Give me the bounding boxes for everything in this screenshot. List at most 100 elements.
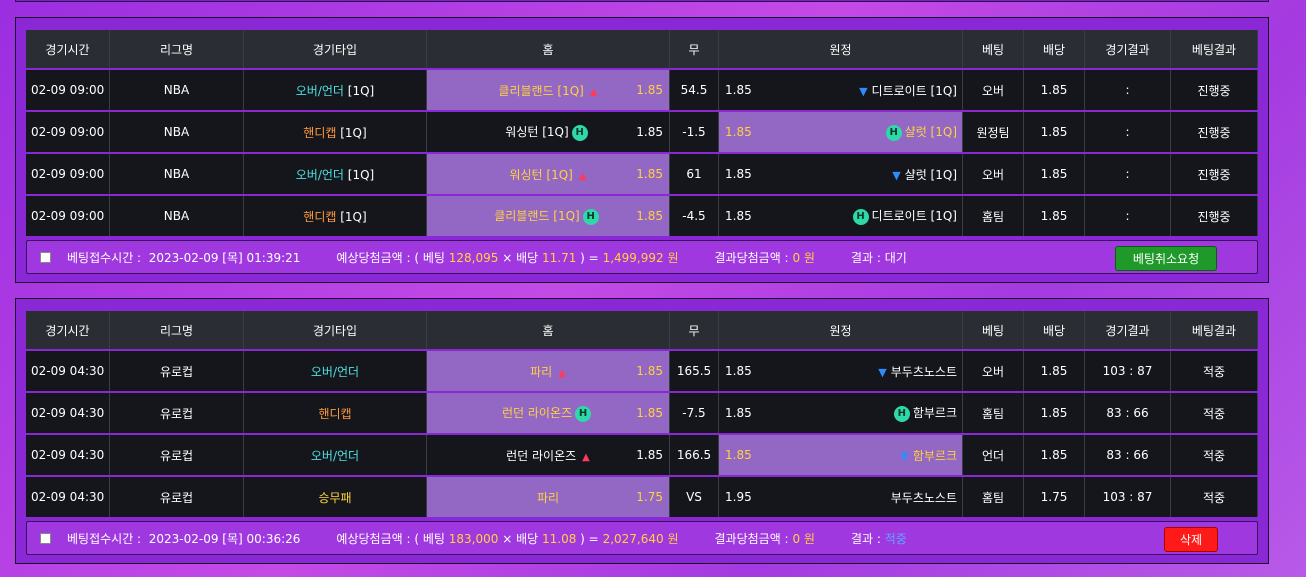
- away-odds: 1.85: [725, 83, 752, 97]
- home-odds: 1.85: [636, 83, 663, 97]
- slip-result: 결과 : 대기: [850, 250, 907, 265]
- select-checkbox[interactable]: [40, 532, 51, 544]
- previous-panel-edge: [15, 0, 1269, 2]
- away-team-cell[interactable]: 1.85 ▼ 부두츠노스트: [719, 351, 963, 391]
- bet-result: 적중: [1171, 477, 1258, 517]
- bet-time: 베팅접수시간 : 2023-02-09 [목] 01:39:21: [67, 250, 301, 265]
- league-name: 유로컵: [110, 351, 244, 391]
- bet-row: 02-09 04:30 유로컵 핸디캡 런던 라이온즈 H 1.85 -7.5 1.85 H 함부…: [26, 393, 1258, 433]
- away-odds: 1.95: [725, 490, 752, 504]
- down-triangle-icon: ▼: [878, 365, 887, 379]
- bet-result: 적중: [1171, 351, 1258, 391]
- home-team-name: 워싱턴 [1Q]: [509, 167, 573, 182]
- select-checkbox[interactable]: [40, 251, 51, 263]
- home-odds: 1.85: [636, 125, 663, 139]
- away-team-cell[interactable]: 1.85 ▼ 디트로이트 [1Q]: [719, 70, 963, 110]
- game-score: 103 : 87: [1085, 351, 1171, 391]
- away-team-cell[interactable]: 1.85 H 샬럿 [1Q]: [719, 112, 963, 152]
- bet-rows: 02-09 04:30 유로컵 오버/언더 파리 ▲ 1.85 165.5 1.85 ▼ 부두츠노…: [26, 351, 1258, 517]
- home-team-cell[interactable]: 워싱턴 [1Q] ▲ 1.85: [427, 154, 670, 194]
- handicap-h-icon: H: [893, 405, 910, 422]
- bet-odds: 1.85: [1024, 435, 1085, 475]
- column-header: 원정: [719, 30, 963, 68]
- away-odds: 1.85: [725, 406, 752, 420]
- game-score: :: [1085, 196, 1171, 236]
- home-team-cell[interactable]: 런던 라이온즈 H 1.85: [427, 393, 670, 433]
- home-team-cell[interactable]: 클리블랜드 [1Q] ▲ 1.85: [427, 70, 670, 110]
- column-header: 베팅결과: [1171, 30, 1258, 68]
- down-triangle-icon: ▼: [892, 168, 901, 182]
- home-team-cell[interactable]: 파리 ▲ 1.85: [427, 351, 670, 391]
- away-team-cell[interactable]: 1.85 ▼ 함부르크: [719, 435, 963, 475]
- bet-result: 적중: [1171, 435, 1258, 475]
- game-type-label: 핸디캡: [318, 406, 352, 421]
- away-odds: 1.85: [725, 364, 752, 378]
- game-type-period: [1Q]: [336, 125, 367, 140]
- away-team-name: 샬럿 [1Q]: [904, 125, 957, 140]
- bet-pick: 오버: [963, 70, 1024, 110]
- game-score: 83 : 66: [1085, 393, 1171, 433]
- home-team-cell[interactable]: 워싱턴 [1Q] H 1.85: [427, 112, 670, 152]
- column-header: 베팅결과: [1171, 311, 1258, 349]
- league-name: 유로컵: [110, 477, 244, 517]
- up-triangle-icon: ▲: [578, 170, 587, 182]
- away-team-cell[interactable]: 1.85 H 디트로이트 [1Q]: [719, 196, 963, 236]
- bet-summary-bar: 베팅접수시간 : 2023-02-09 [목] 00:36:26 예상당첨금액 …: [26, 521, 1258, 555]
- delete-button[interactable]: 삭제: [1164, 527, 1218, 552]
- bet-result: 적중: [1171, 393, 1258, 433]
- bet-row: 02-09 09:00 NBA 핸디캡 [1Q] 워싱턴 [1Q] H 1.85 -1.5 1…: [26, 112, 1258, 152]
- away-odds: 1.85: [725, 448, 752, 462]
- game-type-label: 오버/언더: [310, 448, 360, 463]
- away-team-name: 부두츠노스트: [890, 490, 957, 505]
- table-header-row: 경기시간 리그명 경기타입 홈 무 원정 베팅 배당 경기결과 베팅결과: [26, 311, 1258, 349]
- game-type-period: [1Q]: [336, 209, 367, 224]
- bet-slip-table: 경기시간 리그명 경기타입 홈 무 원정 베팅 배당 경기결과 베팅결과 02-09 09:00 N…: [26, 28, 1258, 238]
- game-type-label: 핸디캡: [303, 125, 337, 140]
- bet-row: 02-09 04:30 유로컵 오버/언더 파리 ▲ 1.85 165.5 1.85 ▼ 부두츠노…: [26, 351, 1258, 391]
- game-score: :: [1085, 154, 1171, 194]
- game-time: 02-09 09:00: [26, 70, 110, 110]
- away-team-cell[interactable]: 1.85 ▼ 샬럿 [1Q]: [719, 154, 963, 194]
- bet-result: 진행중: [1171, 70, 1258, 110]
- column-header: 무: [670, 311, 719, 349]
- away-team-cell[interactable]: 1.95 부두츠노스트: [719, 477, 963, 517]
- column-header: 경기시간: [26, 30, 110, 68]
- column-header: 경기타입: [244, 311, 427, 349]
- game-score: 83 : 66: [1085, 435, 1171, 475]
- home-team-cell[interactable]: 클리블랜드 [1Q] H 1.85: [427, 196, 670, 236]
- game-type: 핸디캡 [1Q]: [244, 196, 427, 236]
- home-team-cell[interactable]: 파리 1.75: [427, 477, 670, 517]
- cancel-bet-request-button[interactable]: 베팅취소요청: [1115, 246, 1217, 271]
- up-triangle-icon: ▲: [582, 451, 590, 463]
- bet-row: 02-09 09:00 NBA 핸디캡 [1Q] 클리블랜드 [1Q] H 1.85 -4.…: [26, 196, 1258, 236]
- away-team-cell[interactable]: 1.85 H 함부르크: [719, 393, 963, 433]
- bet-odds: 1.85: [1024, 154, 1085, 194]
- home-odds: 1.85: [636, 364, 663, 378]
- column-header: 경기타입: [244, 30, 427, 68]
- home-odds: 1.85: [636, 448, 663, 462]
- away-team-name: 디트로이트 [1Q]: [871, 209, 957, 224]
- column-header: 경기결과: [1085, 311, 1171, 349]
- bet-rows: 02-09 09:00 NBA 오버/언더 [1Q] 클리블랜드 [1Q] ▲ 1.85 5…: [26, 70, 1258, 236]
- game-score: 103 : 87: [1085, 477, 1171, 517]
- league-name: NBA: [110, 70, 244, 110]
- handicap-h-icon: H: [582, 208, 599, 225]
- bet-odds: 1.75: [1024, 477, 1085, 517]
- actual-payout: 결과당첨금액 : 0 원: [714, 250, 815, 265]
- game-time: 02-09 04:30: [26, 435, 110, 475]
- league-name: 유로컵: [110, 435, 244, 475]
- game-time: 02-09 04:30: [26, 351, 110, 391]
- home-team-name: 파리: [536, 490, 560, 505]
- bet-odds: 1.85: [1024, 196, 1085, 236]
- bet-slip-panel: 경기시간 리그명 경기타입 홈 무 원정 베팅 배당 경기결과 베팅결과 02-09 04:30 유…: [15, 298, 1269, 564]
- league-name: 유로컵: [110, 393, 244, 433]
- handicap-h-icon: H: [575, 405, 592, 422]
- expected-payout: 예상당첨금액 : ( 베팅 183,000 × 배당 11.08 ) = 2,0…: [336, 531, 679, 546]
- bet-result: 진행중: [1171, 154, 1258, 194]
- down-triangle-icon: ▼: [859, 84, 868, 98]
- home-team-name: 런던 라이온즈: [506, 448, 577, 463]
- game-time: 02-09 09:00: [26, 112, 110, 152]
- game-type: 오버/언더 [1Q]: [244, 154, 427, 194]
- home-team-cell[interactable]: 런던 라이온즈 ▲ 1.85: [427, 435, 670, 475]
- table-header-row: 경기시간 리그명 경기타입 홈 무 원정 베팅 배당 경기결과 베팅결과: [26, 30, 1258, 68]
